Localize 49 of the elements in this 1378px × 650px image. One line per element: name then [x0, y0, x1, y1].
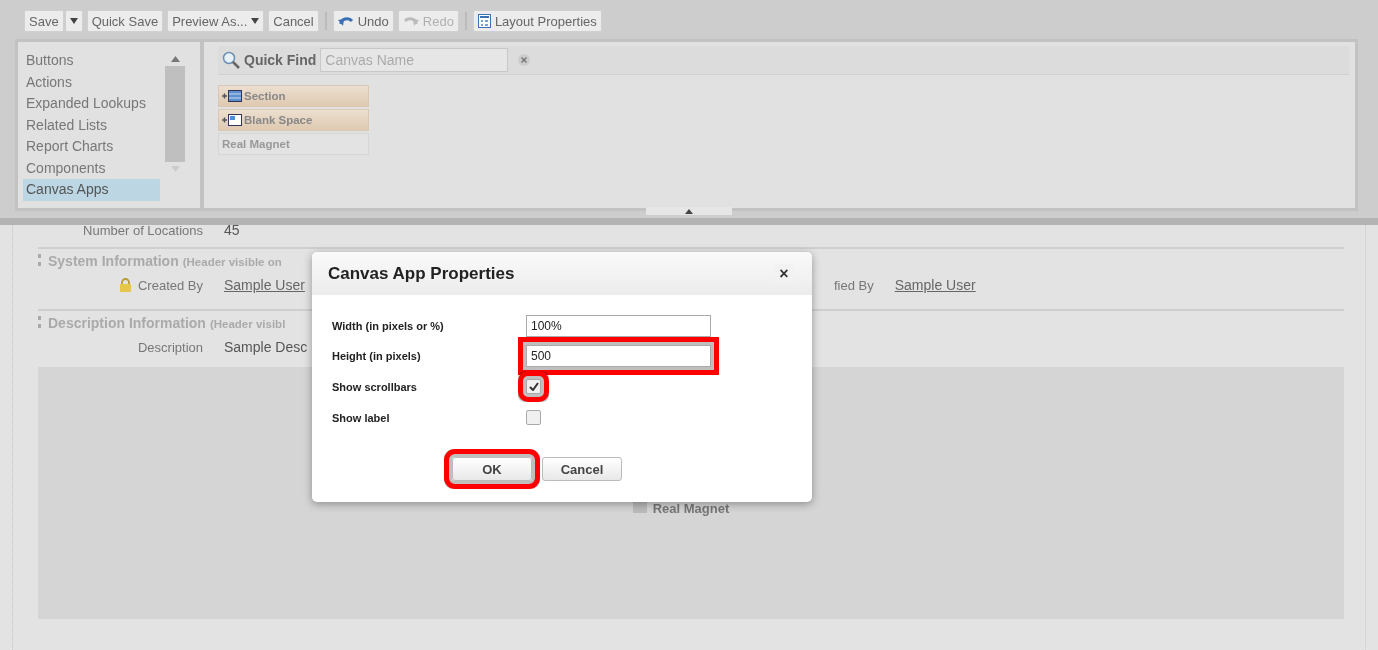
toolbar-button[interactable]: Quick Save: [86, 10, 164, 32]
quick-find-field[interactable]: Canvas Name: [320, 48, 509, 72]
palette-category[interactable]: Report Charts: [23, 136, 160, 158]
save-button[interactable]: Save: [24, 10, 64, 32]
section-title: Description Information: [48, 315, 206, 331]
plus-section-icon: [222, 90, 242, 102]
redo-icon: [402, 15, 419, 27]
search-icon: [222, 51, 240, 69]
text-field[interactable]: 100%: [526, 315, 711, 337]
user-link[interactable]: Sample User: [894, 277, 1344, 293]
section-note: (Header visibl: [209, 318, 286, 330]
lock-icon: [118, 278, 132, 292]
field-label: fied By: [834, 277, 874, 293]
field-value: 45: [224, 222, 240, 238]
palette-category[interactable]: Expanded Lookups: [23, 93, 160, 115]
field-value: Sample Desc: [224, 339, 308, 355]
cancel-button[interactable]: Cancel: [542, 457, 622, 481]
palette-category[interactable]: Canvas Apps: [23, 179, 160, 201]
quick-find-label: Quick Find: [244, 52, 317, 68]
caret-icon: [69, 18, 78, 24]
caret-icon: [251, 18, 260, 24]
plus-blank-icon: [222, 114, 242, 126]
user-link[interactable]: Sample User: [224, 277, 305, 293]
field-label: Created By: [137, 277, 203, 293]
field-label: Show scrollbars: [332, 380, 418, 393]
field-label: Description: [137, 339, 203, 355]
field-label: Height (in pixels): [332, 350, 422, 362]
section-note: (Header visible on: [182, 256, 282, 268]
preview-button[interactable]: Preview As...: [167, 10, 265, 32]
palette-category[interactable]: Components: [23, 157, 160, 179]
undo-button[interactable]: Undo: [332, 10, 394, 32]
scroll-up-icon[interactable]: [170, 56, 180, 62]
layout-button[interactable]: Layout Properties: [472, 10, 602, 32]
checkbox[interactable]: [526, 410, 541, 425]
clear-icon[interactable]: [518, 54, 531, 66]
section-title: System Information: [48, 253, 179, 269]
field-label: Width (in pixels or %): [332, 320, 445, 332]
canvas-label: Real Magnet: [652, 501, 730, 516]
field-label: Show label: [332, 411, 391, 424]
dialog-title: Canvas App Properties: [328, 263, 515, 284]
save-dropdown-button[interactable]: [64, 10, 83, 32]
undo-icon: [337, 15, 354, 27]
collapse-handle-icon[interactable]: [646, 207, 732, 215]
toolbar-button[interactable]: Cancel: [268, 10, 319, 32]
palette-category[interactable]: Related Lists: [23, 114, 160, 136]
palette-category[interactable]: Actions: [23, 71, 160, 93]
layout-icon: [477, 14, 491, 28]
field-label: Number of Locations: [82, 222, 203, 238]
palette-category[interactable]: Buttons: [23, 50, 160, 72]
